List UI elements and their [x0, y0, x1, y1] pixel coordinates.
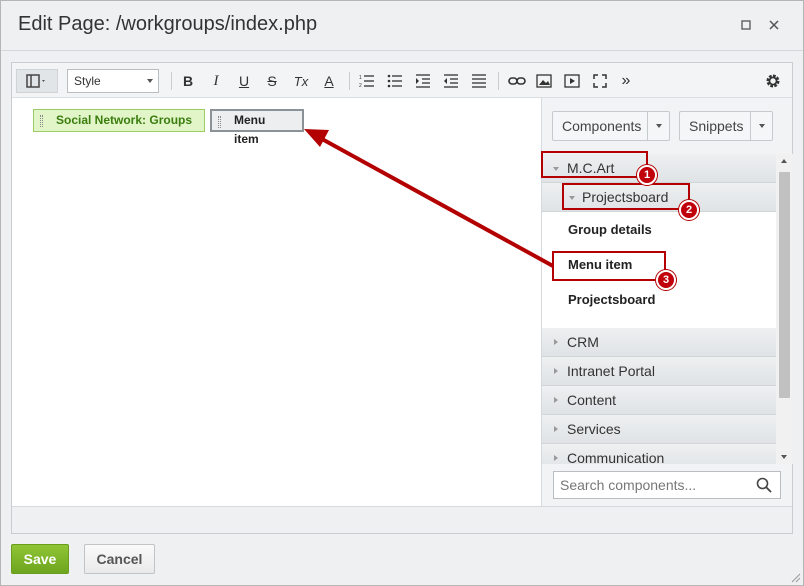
tree-group-crm[interactable]: CRM [542, 328, 776, 357]
scroll-thumb[interactable] [779, 172, 790, 398]
scroll-up-icon[interactable] [781, 159, 787, 163]
toolbar-divider [498, 72, 499, 90]
components-button[interactable]: Components [552, 111, 670, 141]
maximize-icon[interactable] [738, 18, 754, 34]
tree-group-label: Content [567, 392, 617, 408]
editor-toolbar: Style B I U S Tx A 12 » [12, 63, 792, 98]
chevron-right-icon [554, 368, 558, 374]
resize-grip-icon[interactable] [791, 573, 801, 583]
close-icon[interactable] [766, 18, 782, 34]
tree-group-intranet-portal[interactable]: Intranet Portal [542, 357, 776, 386]
italic-button[interactable]: I [208, 70, 224, 92]
annotation-box-3 [552, 251, 666, 281]
tree-leaf-projectsboard[interactable]: Projectsboard [568, 292, 655, 307]
outdent-icon[interactable] [442, 70, 460, 92]
drag-handle-icon [40, 115, 43, 127]
editor-content-area[interactable]: Social Network: Groups Menu item [12, 98, 541, 506]
chevron-down-icon[interactable] [750, 112, 772, 140]
toolbar-divider [171, 72, 172, 90]
search-icon[interactable] [756, 477, 772, 493]
drag-handle-icon [218, 116, 221, 128]
dialog-title: Edit Page: /workgroups/index.php [18, 13, 318, 35]
link-icon[interactable] [507, 70, 527, 92]
layout-icon [26, 74, 45, 88]
component-chip-social-network[interactable]: Social Network: Groups [33, 109, 205, 132]
snippets-button[interactable]: Snippets [679, 111, 773, 141]
chevron-down-icon [147, 79, 153, 83]
strikethrough-button[interactable]: S [264, 70, 280, 92]
indent-icon[interactable] [414, 70, 432, 92]
tree-group-label: Communication [567, 450, 665, 464]
snippets-button-label: Snippets [689, 118, 744, 134]
clear-format-button[interactable]: Tx [292, 70, 310, 92]
ordered-list-icon[interactable]: 12 [358, 70, 376, 92]
cancel-button[interactable]: Cancel [84, 544, 155, 574]
font-color-button[interactable]: A [321, 70, 337, 92]
annotation-box-2 [562, 183, 690, 210]
tree-group-label: Intranet Portal [567, 363, 655, 379]
chevron-right-icon [554, 455, 558, 461]
image-icon[interactable] [535, 70, 553, 92]
tree-leaf-group-details[interactable]: Group details [568, 222, 652, 237]
chevron-right-icon [554, 397, 558, 403]
style-select[interactable]: Style [67, 69, 159, 93]
svg-text:2: 2 [359, 83, 362, 88]
style-select-value: Style [74, 74, 101, 88]
component-search [553, 471, 781, 499]
chevron-right-icon [554, 426, 558, 432]
tree-group-label: Services [567, 421, 621, 437]
html-editor: Style B I U S Tx A 12 » Social Network: … [11, 62, 793, 534]
component-chip-label: Social Network: Groups [56, 113, 193, 127]
tree-group-content[interactable]: Content [542, 386, 776, 415]
save-button[interactable]: Save [11, 544, 69, 574]
components-button-label: Components [562, 118, 642, 134]
component-chip-menu-item[interactable]: Menu item [210, 109, 304, 146]
fullscreen-icon[interactable] [591, 70, 609, 92]
svg-text:1: 1 [359, 75, 362, 81]
toolbar-divider [349, 72, 350, 90]
component-chip-label: Menu item [234, 113, 266, 146]
tree-group-communication[interactable]: Communication [542, 444, 776, 464]
annotation-box-1 [541, 151, 648, 178]
bold-button[interactable]: B [180, 70, 196, 92]
annotation-badge-2: 2 [679, 200, 699, 220]
chevron-down-icon[interactable] [647, 112, 669, 140]
align-icon[interactable] [470, 70, 488, 92]
dialog-titlebar: Edit Page: /workgroups/index.php [1, 1, 803, 51]
annotation-badge-1: 1 [637, 165, 657, 185]
tree-group-label: CRM [567, 334, 599, 350]
underline-button[interactable]: U [236, 70, 252, 92]
tree-scrollbar[interactable] [776, 154, 793, 464]
search-input[interactable] [554, 472, 750, 498]
tree-group-services[interactable]: Services [542, 415, 776, 444]
chevron-right-icon [554, 339, 558, 345]
annotation-badge-3: 3 [656, 270, 676, 290]
editor-statusbar [12, 506, 792, 533]
bullet-list-icon[interactable] [386, 70, 404, 92]
more-button[interactable]: » [619, 70, 633, 92]
view-mode-button[interactable] [16, 69, 58, 93]
gear-icon[interactable] [764, 70, 782, 92]
video-icon[interactable] [563, 70, 581, 92]
scroll-down-icon[interactable] [781, 455, 787, 459]
